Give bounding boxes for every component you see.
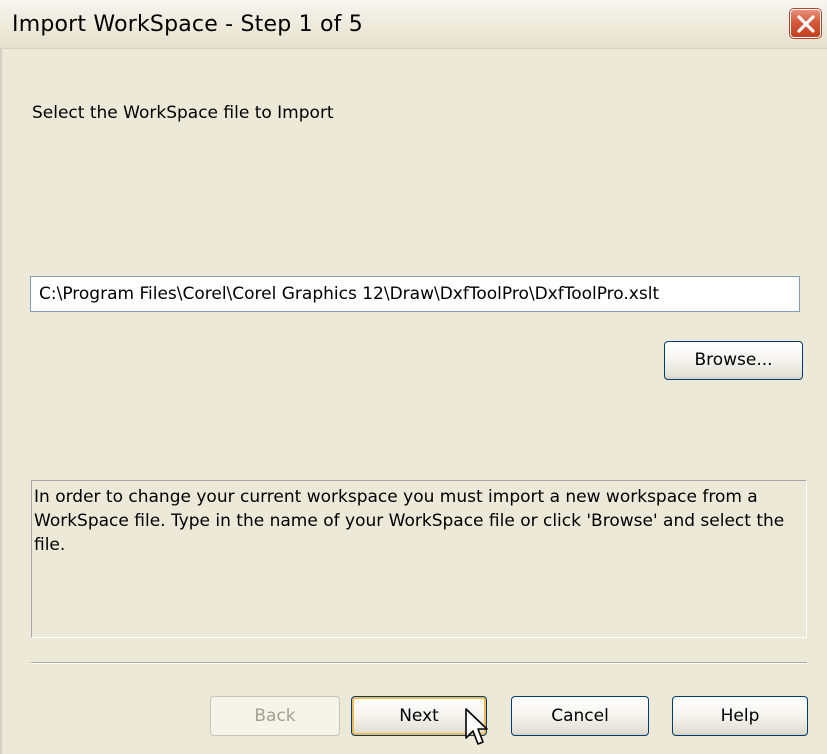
footer-separator	[31, 662, 807, 664]
back-button[interactable]: Back	[210, 696, 340, 736]
close-icon	[797, 15, 815, 33]
dialog-title: Import WorkSpace - Step 1 of 5	[12, 12, 363, 37]
cancel-button[interactable]: Cancel	[511, 696, 649, 736]
close-button[interactable]	[789, 8, 822, 39]
import-workspace-dialog: Import WorkSpace - Step 1 of 5 Select th…	[0, 0, 827, 754]
workspace-file-path-input[interactable]	[30, 276, 800, 312]
help-button[interactable]: Help	[672, 696, 808, 736]
title-bar[interactable]: Import WorkSpace - Step 1 of 5	[0, 0, 827, 49]
instruction-text: Select the WorkSpace file to Import	[32, 103, 334, 123]
window-left-edge	[0, 0, 8, 754]
mouse-pointer-icon	[465, 708, 488, 745]
browse-button[interactable]: Browse...	[664, 341, 803, 380]
description-box: In order to change your current workspac…	[31, 480, 807, 638]
